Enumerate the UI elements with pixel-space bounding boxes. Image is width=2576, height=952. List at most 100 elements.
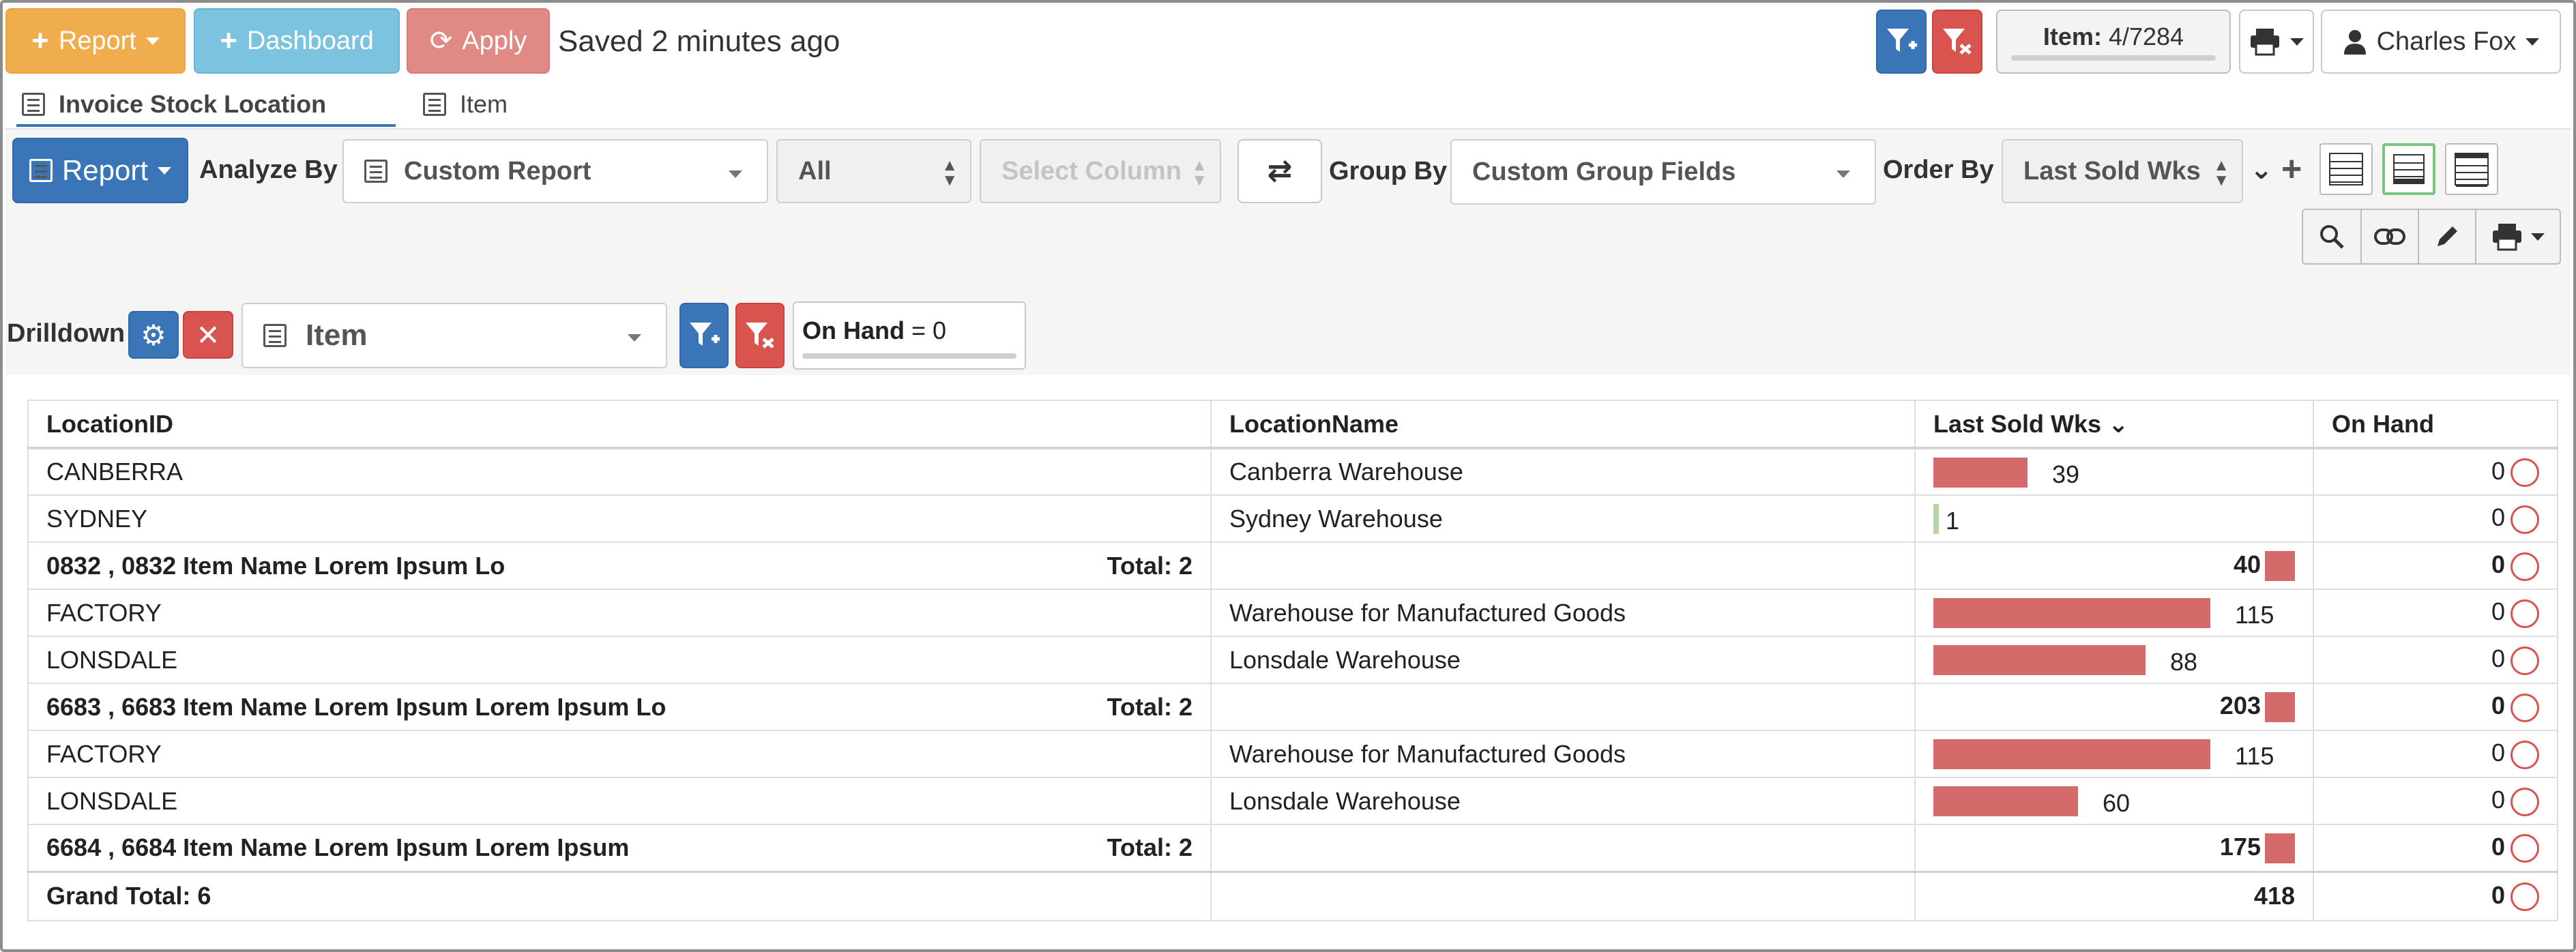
edit-button[interactable] xyxy=(2418,209,2476,265)
report-menu-label: Report xyxy=(58,26,136,55)
dashboard-label: Dashboard xyxy=(246,26,374,55)
report-menu-button[interactable]: + Report xyxy=(5,8,186,74)
group-by-select[interactable]: Custom Group Fields xyxy=(1450,139,1876,205)
group-total-row[interactable]: 0832 , 0832 Item Name Lorem Ipsum Lo Tota… xyxy=(27,542,2558,590)
group-by-label: Group By xyxy=(1329,157,1448,185)
caret-down-icon xyxy=(729,170,742,178)
group-by-value: Custom Group Fields xyxy=(1472,157,1736,186)
group-count: Total: 2 xyxy=(1107,551,1192,580)
filter-add-icon xyxy=(1887,29,1917,52)
group-total-row[interactable]: 6684 , 6684 Item Name Lorem Ipsum Lorem … xyxy=(27,824,2558,872)
last-sold-cell: 1 xyxy=(1915,495,2314,543)
on-hand-cell: 0 xyxy=(2313,636,2558,684)
analyze-by-select[interactable]: Custom Report xyxy=(342,139,768,203)
circle-indicator-icon xyxy=(2511,882,2539,912)
tab-label: Item xyxy=(460,90,508,118)
drilldown-clear-filter-button[interactable] xyxy=(735,303,785,368)
drilldown-select[interactable]: Item xyxy=(241,303,667,368)
on-hand-value: 0 xyxy=(2491,691,2505,720)
caret-down-icon xyxy=(1836,170,1850,178)
print-export-button[interactable] xyxy=(2475,209,2561,265)
location-name-cell xyxy=(1211,683,1916,731)
circle-indicator-icon xyxy=(2511,552,2539,581)
item-counter[interactable]: Item: 4/7284 xyxy=(1996,10,2231,74)
last-sold-value: 60 xyxy=(2103,789,2131,817)
caret-down-icon xyxy=(2526,38,2540,46)
table-row[interactable]: LONSDALE Lonsdale Warehouse 88 0 xyxy=(27,636,2558,684)
apply-button[interactable]: ⟳ Apply xyxy=(407,8,550,74)
refresh-icon: ⟳ xyxy=(429,26,453,56)
on-hand-value: 0 xyxy=(2491,503,2505,532)
dashboard-button[interactable]: + Dashboard xyxy=(194,8,400,74)
location-name-cell: Warehouse for Manufactured Goods xyxy=(1211,730,1916,778)
table-row[interactable]: CANBERRA Canberra Warehouse 39 0 xyxy=(27,448,2558,496)
col-header-location-name[interactable]: LocationName xyxy=(1211,400,1916,449)
on-hand-cell: 0 xyxy=(2313,824,2558,872)
on-hand-cell: 0 xyxy=(2313,448,2558,496)
drilldown-remove-button[interactable]: ✕ xyxy=(183,311,233,359)
location-id-cell: LONSDALE xyxy=(27,636,1212,684)
last-sold-total: 203 xyxy=(2219,691,2261,719)
last-sold-total-cell: 203 xyxy=(1915,683,2314,731)
col-header-last-sold[interactable]: Last Sold Wks ⌄ xyxy=(1915,400,2314,449)
group-count: Total: 2 xyxy=(1107,692,1192,721)
location-name-cell xyxy=(1211,824,1916,872)
caret-down-icon xyxy=(628,334,641,342)
col-header-location-id[interactable]: LocationID xyxy=(27,400,1212,449)
active-tab-indicator xyxy=(16,124,396,127)
report-grid-icon xyxy=(263,324,287,347)
report-type-button[interactable]: Report xyxy=(12,138,188,203)
col-header-on-hand[interactable]: On Hand xyxy=(2313,400,2558,449)
filter-all-value: All xyxy=(798,156,832,185)
table-row[interactable]: SYDNEY Sydney Warehouse 1 0 xyxy=(27,495,2558,543)
order-by-select[interactable]: Last Sold Wks ▲ ▼ xyxy=(2002,139,2243,203)
order-by-value: Last Sold Wks xyxy=(2023,156,2201,185)
last-sold-total-cell: 175 xyxy=(1915,824,2314,872)
swap-button[interactable]: ⇄ xyxy=(1238,139,1322,203)
tab-item[interactable]: Item xyxy=(423,90,508,119)
last-sold-value: 1 xyxy=(1946,507,1960,535)
user-menu-button[interactable]: Charles Fox xyxy=(2321,10,2561,74)
on-hand-value: 0 xyxy=(2491,550,2505,579)
on-hand-filter-chip[interactable]: On Hand = 0 xyxy=(793,301,1026,370)
layout-standard-icon[interactable] xyxy=(2382,143,2435,195)
filter-all-select[interactable]: All ▲ ▼ xyxy=(776,139,971,203)
table-row[interactable]: FACTORY Warehouse for Manufactured Goods 1… xyxy=(27,730,2558,778)
sort-direction-icon[interactable]: ⌄ xyxy=(2250,154,2273,185)
add-filter-button[interactable] xyxy=(1876,10,1927,74)
link-button[interactable] xyxy=(2360,209,2419,265)
user-name: Charles Fox xyxy=(2376,27,2517,56)
on-hand-value: 0 xyxy=(2491,833,2505,861)
group-total-row[interactable]: 6683 , 6683 Item Name Lorem Ipsum Lorem … xyxy=(27,683,2558,731)
select-column-select[interactable]: Select Column ▲ ▼ xyxy=(980,139,1221,203)
last-sold-total: 40 xyxy=(2233,550,2261,578)
table-row[interactable]: FACTORY Warehouse for Manufactured Goods 1… xyxy=(27,589,2558,637)
table-row[interactable]: LONSDALE Lonsdale Warehouse 60 0 xyxy=(27,777,2558,825)
last-sold-total-cell: 40 xyxy=(1915,542,2314,590)
tab-invoice-stock-location[interactable]: Invoice Stock Location xyxy=(22,90,326,119)
add-order-icon[interactable]: + xyxy=(2281,149,2302,190)
location-name-cell: Warehouse for Manufactured Goods xyxy=(1211,589,1916,637)
group-title: 6684 , 6684 Item Name Lorem Ipsum Lorem … xyxy=(46,833,630,862)
layout-header-icon[interactable] xyxy=(2445,143,2498,195)
plus-icon: + xyxy=(220,24,237,57)
drilldown-add-filter-button[interactable] xyxy=(679,303,729,368)
location-name-cell: Canberra Warehouse xyxy=(1211,448,1916,496)
last-sold-bar xyxy=(1933,504,1939,534)
report-grid-icon xyxy=(29,159,53,182)
clear-filter-button[interactable] xyxy=(1932,10,1982,74)
search-button[interactable] xyxy=(2302,209,2362,265)
group-cell: 6683 , 6683 Item Name Lorem Ipsum Lorem … xyxy=(27,683,1212,731)
location-name-cell xyxy=(1211,542,1916,590)
drilldown-settings-button[interactable]: ⚙ xyxy=(128,311,179,359)
filter-clear-icon xyxy=(1943,29,1972,55)
last-sold-cell: 115 xyxy=(1915,589,2314,637)
on-hand-cell: 0 xyxy=(2313,870,2558,921)
on-hand-cell: 0 xyxy=(2313,730,2558,778)
layout-compact-icon[interactable] xyxy=(2319,143,2373,195)
on-hand-value: 0 xyxy=(2491,597,2505,626)
print-menu-button[interactable] xyxy=(2239,10,2314,74)
last-sold-cell: 115 xyxy=(1915,730,2314,778)
drilldown-value: Item xyxy=(306,318,368,352)
last-sold-value: 88 xyxy=(2170,648,2198,676)
